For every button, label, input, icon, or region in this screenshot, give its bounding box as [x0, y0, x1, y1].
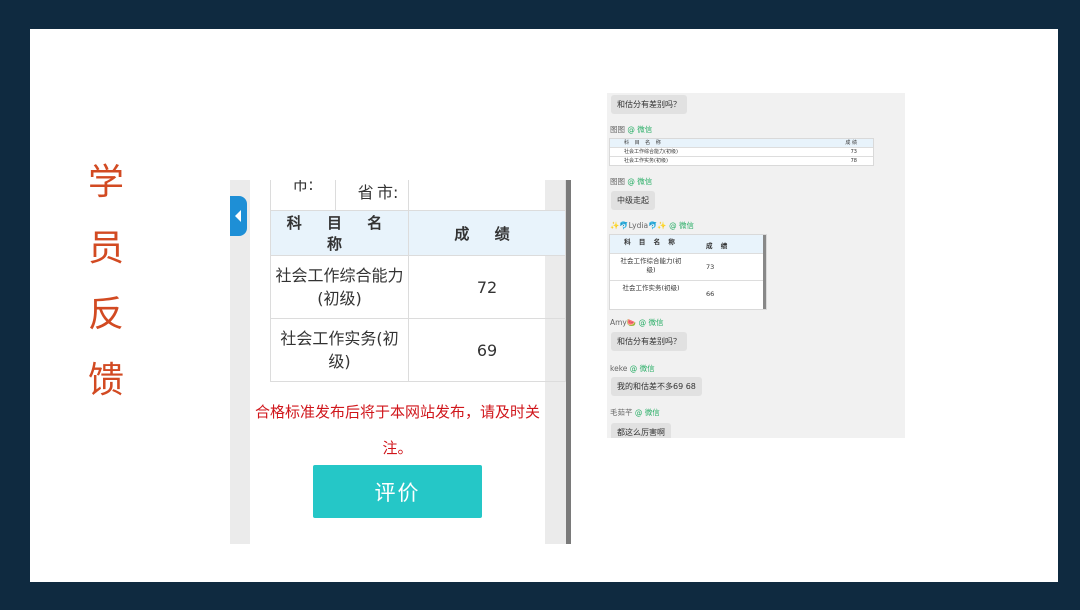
sender-name: 图图 @ 微信 [610, 177, 653, 186]
collapse-tab-button[interactable] [230, 196, 247, 236]
mini-table-row: 社会工作综合能力(初级) 73 [610, 254, 766, 281]
chat-screenshot: 和估分有差别吗？ 图图 @ 微信 科 目 名 称成 绩 社会工作综合能力(初级)… [607, 93, 905, 438]
table-header-row: 科 目 名 称 成 绩 [270, 210, 566, 256]
score-cell: 72 [408, 255, 566, 319]
chat-bubble: 中级走起 [611, 191, 655, 210]
sender-name: ✨🐬Lydia🐬✨ @ 微信 [610, 221, 695, 230]
slide-title-vertical: 学 员 反 馈 [86, 150, 126, 414]
score-page-screenshot: 市: 省 市: 科 目 名 称 成 绩 社会工作综合能力(初级) 72 社会工作… [230, 180, 571, 544]
mini-table-row: 社会工作综合能力(初级) 73 [610, 148, 873, 157]
chevron-left-icon [235, 210, 241, 222]
location-cell-empty [408, 180, 566, 211]
chat-bubble: 我的和估差不多69 68 [611, 377, 702, 396]
mini-table-header: 科 目 名 称成 绩 [610, 235, 766, 254]
scrollbar[interactable] [566, 180, 571, 544]
table-row: 社会工作实务(初级) 69 [270, 318, 566, 382]
header-score: 成 绩 [408, 210, 566, 256]
notice-text: 合格标准发布后将于本网站发布，请及时关注。 [254, 403, 540, 457]
score-table: 市: 省 市: 科 目 名 称 成 绩 社会工作综合能力(初级) 72 社会工作… [270, 180, 566, 382]
sender-name: 图图 @ 微信 [610, 125, 653, 134]
chat-bubble: 和估分有差别吗？ [611, 332, 687, 351]
location-cell-province: 省 市: [335, 180, 409, 211]
mini-score-table: 科 目 名 称成 绩 社会工作综合能力(初级) 73 社会工作实务(初级) 78 [609, 138, 874, 166]
location-row: 市: 省 市: [270, 180, 566, 211]
sender-name: keke @ 微信 [610, 364, 655, 373]
chat-bubble: 和估分有差别吗？ [611, 95, 687, 114]
title-char: 馈 [87, 360, 124, 401]
title-char: 反 [87, 294, 124, 335]
mini-table-row: 社会工作实务(初级) 78 [624, 158, 857, 164]
mini-table-header: 科 目 名 称成 绩 [610, 139, 873, 148]
title-char: 员 [87, 228, 124, 269]
table-row: 社会工作综合能力(初级) 72 [270, 255, 566, 319]
sender-name: Amy🍉 @ 微信 [610, 318, 664, 327]
title-char: 学 [87, 162, 124, 203]
chat-bubble: 都这么厉害啊 [611, 423, 671, 438]
score-cell: 69 [408, 318, 566, 382]
evaluate-button[interactable]: 评价 [313, 465, 482, 518]
subject-cell: 社会工作实务(初级) [270, 318, 409, 382]
mini-score-table: 科 目 名 称成 绩 社会工作综合能力(初级) 73 社会工作实务(初级) 66 [609, 234, 767, 310]
mini-table-row: 社会工作实务(初级) 66 [622, 284, 715, 298]
sender-name: 毛茹芊 @ 微信 [610, 408, 660, 417]
header-subject: 科 目 名 称 [270, 210, 409, 256]
location-cell-left: 市: [270, 180, 336, 211]
mini-table-scrollbar [763, 235, 766, 309]
subject-cell: 社会工作综合能力(初级) [270, 255, 409, 319]
